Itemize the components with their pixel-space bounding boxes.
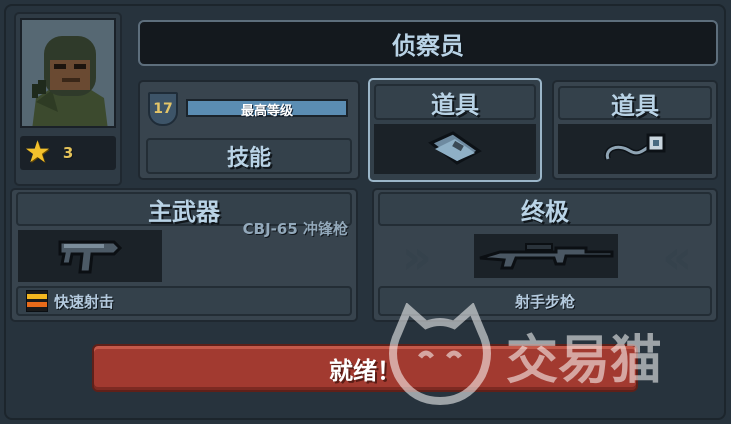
chevron-left-icon: «: [662, 230, 692, 284]
item-slot-2-label: 道具: [611, 91, 659, 120]
star-rating: ★ 3: [20, 136, 116, 170]
primary-weapon-icon-area: [18, 230, 162, 282]
item-slot-1-label: 道具: [431, 90, 479, 119]
item-slot-2-icon-area: [558, 124, 712, 174]
fast-fire-icon: [26, 290, 48, 312]
sniper-rifle-icon: [479, 243, 614, 270]
level-badge: 17: [148, 92, 178, 126]
ultimate-weapon-name: 射手步枪: [514, 292, 575, 311]
chevron-right-icon: »: [402, 230, 432, 284]
portrait-frame[interactable]: ★ 3: [14, 12, 122, 186]
item-slot-1-icon-area: [374, 124, 536, 174]
skill-button[interactable]: 技能: [146, 138, 352, 174]
primary-weapon-panel[interactable]: 主武器 CBJ-65 冲锋枪 快速射击: [10, 188, 358, 322]
level-label: 最高等级: [240, 104, 293, 119]
primary-weapon-name: CBJ-65 冲锋枪: [242, 220, 348, 238]
level-skill-panel: 17 最高等级 技能: [138, 80, 360, 180]
soldier-avatar-icon: [22, 20, 114, 126]
primary-weapon-title: 主武器: [148, 197, 220, 226]
item-slot-2-header: 道具: [558, 86, 712, 120]
level-bar: 最高等级: [186, 99, 348, 119]
star-count: 3: [62, 144, 74, 162]
ready-button[interactable]: 就绪！: [92, 344, 638, 392]
portrait: [20, 18, 116, 128]
item-slot-1[interactable]: 道具: [368, 78, 542, 182]
ultimate-name-row: 射手步枪: [378, 286, 712, 316]
primary-perk-label: 快速射击: [54, 292, 115, 311]
ultimate-icon-area: [474, 234, 618, 278]
ready-button-label: 就绪！: [329, 356, 401, 385]
level-number: 17: [153, 101, 173, 117]
ultimate-header: 终极: [378, 192, 712, 226]
ultimate-panel[interactable]: 终极 » « 射手步枪: [372, 188, 718, 322]
character-name-bar: 侦察员: [138, 20, 718, 66]
star-icon: ★: [24, 135, 51, 170]
ammo-clip-icon: [428, 131, 482, 165]
character-name: 侦察员: [392, 31, 464, 60]
smg-icon: [58, 240, 123, 274]
ultimate-title: 终极: [521, 197, 569, 226]
item-slot-1-header: 道具: [374, 84, 536, 120]
primary-perk-row: 快速射击: [16, 286, 352, 316]
grapple-hook-icon: [604, 133, 666, 161]
item-slot-2[interactable]: 道具: [552, 80, 718, 180]
skill-label: 技能: [226, 146, 271, 171]
